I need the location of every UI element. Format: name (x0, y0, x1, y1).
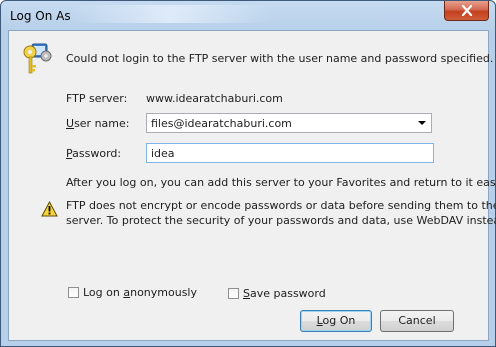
keys-icon (23, 43, 52, 74)
logon-button[interactable]: Log On (300, 310, 372, 332)
warning-line-2: server. To protect the security of your … (66, 214, 496, 227)
title-bar[interactable]: Log On As (1, 1, 495, 29)
user-name-label: User name: (66, 117, 129, 130)
password-field[interactable]: idea (146, 143, 434, 163)
chevron-down-icon[interactable] (416, 117, 428, 129)
save-password-label-accel: S (243, 287, 250, 300)
save-password-checkbox[interactable] (228, 288, 239, 299)
user-name-combobox[interactable]: files@idearatchaburi.com (146, 113, 432, 133)
logon-button-rest: og On (322, 314, 356, 327)
ftp-server-value: www.idearatchaburi.com (146, 92, 283, 105)
save-password-label-rest: ave password (249, 287, 326, 300)
anonymous-label[interactable]: Log on anonymously (83, 286, 197, 299)
warning-line-1: FTP does not encrypt or encode passwords… (66, 199, 496, 212)
password-value: idea (151, 147, 175, 160)
logon-dialog: Log On As Could not login to the FTP ser… (0, 0, 496, 347)
dialog-body: Could not login to the FTP server with t… (8, 30, 496, 341)
cancel-button[interactable]: Cancel (380, 310, 454, 332)
ftp-server-label: FTP server: (66, 92, 128, 105)
anonymous-label-pre: Log on (83, 286, 124, 299)
save-password-label[interactable]: Save password (243, 287, 326, 300)
title-bar-glass (71, 5, 271, 23)
favorites-note: After you log on, you can add this serve… (66, 176, 496, 189)
warning-icon (41, 201, 58, 217)
password-label: Password: (66, 147, 121, 160)
error-message: Could not login to the FTP server with t… (66, 52, 494, 65)
window-title: Log On As (10, 9, 71, 23)
user-name-label-accel: U (66, 117, 75, 130)
user-name-value: files@idearatchaburi.com (151, 117, 292, 130)
anonymous-checkbox[interactable] (68, 287, 79, 298)
close-icon (461, 5, 472, 16)
password-label-rest: assword: (72, 147, 122, 160)
user-name-label-rest: ser name: (74, 117, 130, 130)
close-button[interactable] (444, 1, 489, 21)
anonymous-label-rest: nonymously (130, 286, 197, 299)
